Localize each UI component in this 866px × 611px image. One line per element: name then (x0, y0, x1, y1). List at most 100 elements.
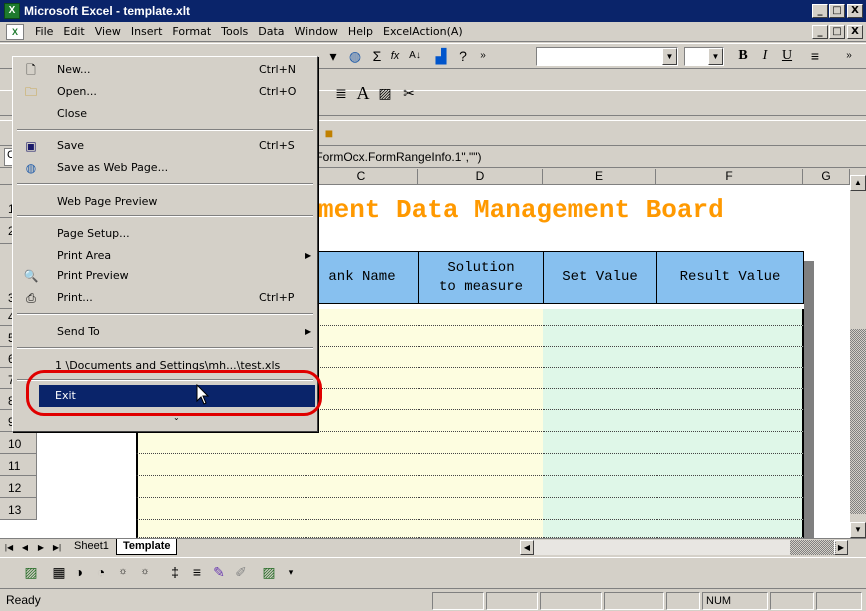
table-cell[interactable] (656, 454, 804, 476)
prev-sheet-icon[interactable]: ◀ (18, 541, 32, 555)
form-filter-icon[interactable]: ☼ (134, 562, 156, 582)
scroll-track[interactable] (850, 329, 866, 514)
text-tool-icon[interactable]: A (352, 83, 374, 103)
form-toggle-icon[interactable]: ◑ (68, 562, 90, 582)
table-cell[interactable] (418, 368, 544, 389)
table-cell[interactable] (418, 520, 544, 538)
table-cell[interactable] (418, 410, 544, 432)
menu-format[interactable]: Format (167, 25, 216, 38)
row-header[interactable]: 13 (0, 498, 37, 520)
table-cell[interactable] (656, 309, 804, 326)
table-cell[interactable] (305, 309, 419, 326)
form-plus-icon[interactable]: ‡ (164, 562, 186, 582)
row-header[interactable]: 11 (0, 454, 37, 476)
table-cell[interactable] (656, 326, 804, 347)
excel-app-icon[interactable]: X (4, 3, 20, 19)
table-cell[interactable] (543, 520, 657, 538)
chevron-down-icon[interactable]: ▼ (708, 48, 723, 65)
menu-item-close[interactable]: Close (15, 103, 315, 125)
hscroll-right-button[interactable]: ▶ (834, 540, 848, 555)
hscroll-track-right[interactable] (790, 540, 836, 555)
menu-data[interactable]: Data (253, 25, 289, 38)
help-icon[interactable]: ? (452, 46, 474, 66)
table-cell[interactable] (305, 454, 419, 476)
form-option-icon[interactable]: ◔ (90, 562, 112, 582)
close-button[interactable]: X (847, 4, 863, 18)
header-cell-set-value[interactable]: Set Value (543, 251, 657, 304)
table-cell[interactable] (305, 476, 419, 498)
menu-item-send-to[interactable]: Send To ▶ (15, 321, 315, 343)
hscroll-left-button[interactable]: ◀ (520, 540, 534, 555)
table-cell[interactable] (136, 498, 306, 520)
menu-edit[interactable]: Edit (58, 25, 89, 38)
table-cell[interactable] (305, 520, 419, 538)
table-cell[interactable] (656, 476, 804, 498)
table-cell[interactable] (418, 476, 544, 498)
table-cell[interactable] (418, 498, 544, 520)
maximize-button[interactable]: □ (829, 4, 845, 18)
header-cell-result-value[interactable]: Result Value (656, 251, 804, 304)
row-header[interactable]: 10 (0, 432, 37, 454)
table-cell[interactable] (543, 432, 657, 454)
table-cell[interactable] (305, 410, 419, 432)
italic-icon[interactable]: I (754, 46, 776, 66)
image-tool-icon[interactable]: ▨ (374, 83, 396, 103)
table-cell[interactable] (543, 476, 657, 498)
menu-help[interactable]: Help (343, 25, 378, 38)
table-cell[interactable] (305, 347, 419, 368)
form-sort-icon[interactable]: ☼ (112, 562, 134, 582)
table-cell[interactable] (656, 520, 804, 538)
tab-sheet1[interactable]: Sheet1 (68, 539, 115, 555)
more-buttons-icon[interactable]: » (472, 46, 494, 66)
last-sheet-icon[interactable]: ▶| (50, 541, 64, 555)
menu-excelaction[interactable]: ExcelAction(A) (378, 25, 468, 38)
scroll-up-button[interactable]: ▲ (850, 175, 866, 191)
workbook-icon[interactable]: X (6, 23, 24, 40)
column-header-e[interactable]: E (543, 169, 656, 185)
table-cell[interactable] (136, 476, 306, 498)
table-cell[interactable] (418, 326, 544, 347)
menu-item-save[interactable]: ▣ Save Ctrl+S (15, 135, 315, 157)
table-cell[interactable] (543, 368, 657, 389)
table-cell[interactable] (136, 520, 306, 538)
table-cell[interactable] (543, 498, 657, 520)
table-cell[interactable] (543, 454, 657, 476)
menu-item-print[interactable]: ⎙ Print... Ctrl+P (15, 287, 315, 309)
doc-close-button[interactable]: X (847, 25, 863, 39)
table-cell[interactable] (305, 389, 419, 410)
table-cell[interactable] (656, 498, 804, 520)
table-cell[interactable] (305, 432, 419, 454)
form-cell-icon[interactable]: ▦ (48, 562, 70, 582)
table-cell[interactable] (656, 410, 804, 432)
doc-restore-button[interactable]: □ (829, 25, 845, 39)
minimize-button[interactable]: _ (812, 4, 828, 18)
menu-item-save-web[interactable]: ◍ Save as Web Page... (15, 157, 315, 179)
table-cell[interactable] (656, 432, 804, 454)
menu-insert[interactable]: Insert (126, 25, 168, 38)
font-name-combo[interactable]: ▼ (536, 47, 678, 66)
toolbar-dropdown-icon[interactable]: ▾ (322, 46, 344, 66)
column-header-d[interactable]: D (418, 169, 543, 185)
menu-item-print-preview[interactable]: 🔍 Print Preview (15, 265, 315, 287)
form-image-icon[interactable]: ▨ (20, 562, 42, 582)
table-cell[interactable] (136, 454, 306, 476)
scroll-down-button[interactable]: ▼ (850, 522, 866, 538)
table-cell[interactable] (418, 309, 544, 326)
tools-icon[interactable]: ✂ (398, 83, 420, 103)
table-cell[interactable] (418, 432, 544, 454)
doc-minimize-button[interactable]: _ (812, 25, 828, 39)
chevron-down-icon[interactable]: ▼ (662, 48, 677, 65)
header-cell-bank-name[interactable]: ank Name (305, 251, 419, 304)
table-cell[interactable] (418, 454, 544, 476)
menu-item-page-setup[interactable]: Page Setup... (15, 223, 315, 245)
table-cell[interactable] (305, 498, 419, 520)
table-cell[interactable] (656, 389, 804, 410)
table-cell[interactable] (305, 326, 419, 347)
column-header-c[interactable]: C (305, 169, 418, 185)
table-cell[interactable] (136, 432, 306, 454)
align-icon[interactable]: ≣ (330, 83, 352, 103)
vertical-scrollbar[interactable]: ▲ ▼ (850, 169, 866, 538)
menu-item-print-area[interactable]: Print Area ▶ (15, 245, 315, 267)
column-header-g[interactable]: G (803, 169, 850, 185)
menu-item-new[interactable]: 🗋 New... Ctrl+N (15, 59, 315, 81)
